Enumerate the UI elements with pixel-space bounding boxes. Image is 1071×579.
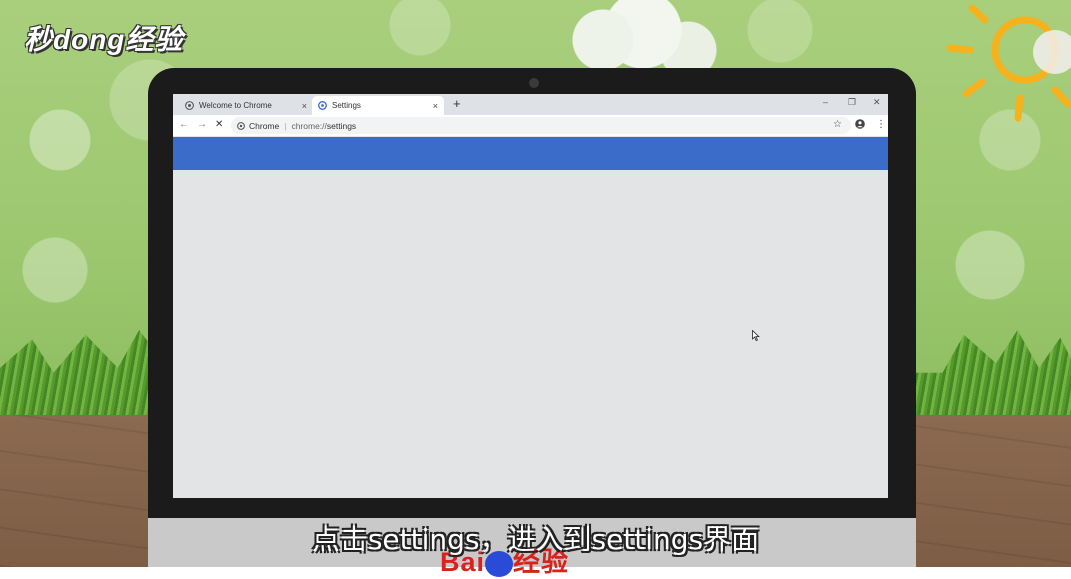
tab-strip: Welcome to Chrome × Settings × + – ❐ ✕ (173, 94, 888, 115)
tab-settings[interactable]: Settings × (312, 96, 444, 115)
minimize-icon[interactable]: – (823, 97, 828, 107)
url-scheme: chrome:// (291, 120, 327, 131)
site-label: Chrome (249, 120, 280, 131)
sun-decoration (946, 4, 1071, 122)
forward-icon[interactable]: → (197, 119, 207, 130)
profile-avatar-icon[interactable] (855, 119, 865, 132)
toolbar: ← → ✕ Chrome | chrome:// settings ☆ ⋮ (173, 115, 888, 136)
logo: 秒dong经验 (24, 24, 184, 55)
settings-header-bar (173, 137, 888, 170)
settings-favicon-icon (318, 101, 327, 110)
menu-kebab-icon[interactable]: ⋮ (876, 119, 886, 130)
video-subtitle: 点击settings，进入到settings界面 (311, 523, 760, 556)
tab-close-icon[interactable]: × (433, 101, 438, 111)
tab-title: Settings (332, 101, 361, 110)
chrome-icon (185, 101, 194, 110)
restore-icon[interactable]: ❐ (848, 97, 856, 108)
mouse-cursor-icon (752, 330, 760, 341)
webcam-icon (529, 78, 539, 88)
address-separator: | (284, 120, 287, 131)
address-bar[interactable]: Chrome | chrome:// settings (231, 117, 851, 134)
close-window-icon[interactable]: ✕ (873, 97, 881, 108)
tab-welcome[interactable]: Welcome to Chrome × (179, 96, 313, 115)
bookmark-star-icon[interactable]: ☆ (833, 119, 842, 130)
back-icon[interactable]: ← (179, 119, 189, 130)
tab-title: Welcome to Chrome (199, 101, 272, 110)
tab-close-icon[interactable]: × (302, 101, 307, 111)
new-tab-button[interactable]: + (453, 97, 461, 111)
browser-window: Welcome to Chrome × Settings × + – ❐ ✕ ←… (173, 94, 888, 498)
stop-loading-icon[interactable]: ✕ (215, 119, 223, 130)
site-info-icon[interactable] (237, 121, 245, 130)
url-path: settings (326, 120, 357, 131)
